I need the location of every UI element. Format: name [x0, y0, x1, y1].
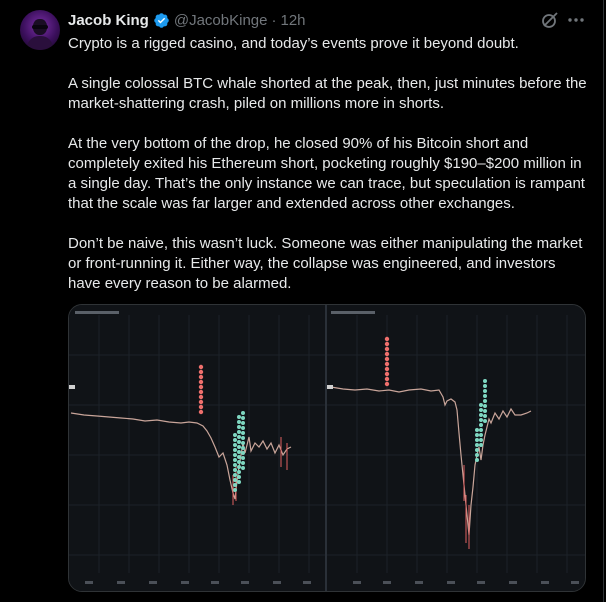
header-separator: ·: [271, 11, 277, 29]
tweet-paragraph: Crypto is a rigged casino, and today’s e…: [68, 35, 519, 52]
verified-badge-icon: [153, 12, 170, 29]
author-name[interactable]: Jacob King: [68, 12, 149, 29]
tweet-paragraph: Don’t be naive, this wasn’t luck. Someon…: [68, 235, 583, 292]
tweet-media-image[interactable]: [68, 304, 586, 592]
tweet-paragraph: A single colossal BTC whale shorted at t…: [68, 75, 587, 112]
grok-icon[interactable]: [541, 11, 559, 29]
tweet-paragraph: At the very bottom of the drop, he close…: [68, 135, 585, 212]
timestamp[interactable]: 12h: [280, 12, 305, 29]
tweet-header: Jacob King @JacobKinge · 12h: [68, 10, 306, 30]
author-handle[interactable]: @JacobKinge: [174, 12, 268, 29]
avatar-body: [27, 36, 53, 50]
avatar-glasses: [32, 25, 48, 29]
trading-charts-image: [69, 305, 585, 591]
more-options-icon[interactable]: [566, 10, 586, 30]
tweet-text: Crypto is a rigged casino, and today’s e…: [68, 34, 588, 294]
tweet-card[interactable]: Jacob King @JacobKinge · 12h Crypto is a…: [0, 0, 604, 602]
avatar[interactable]: [20, 10, 60, 50]
